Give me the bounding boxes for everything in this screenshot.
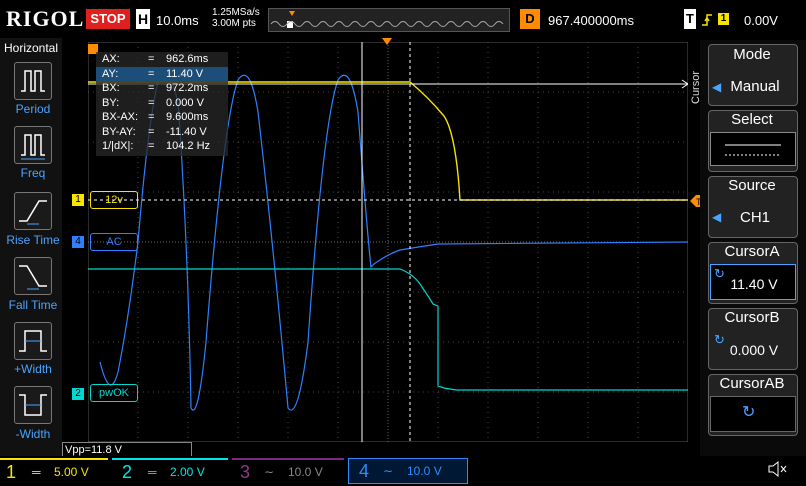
- ch1-offset-marker[interactable]: 1: [72, 194, 84, 206]
- ch1-scale: 5.00 V: [54, 465, 89, 479]
- freq-icon[interactable]: [14, 126, 52, 164]
- cursor-b-value: 0.000 V: [729, 342, 779, 358]
- waveform-preview: [270, 21, 504, 27]
- ch2-scale: 2.00 V: [170, 465, 205, 479]
- trigger-label: T: [684, 9, 696, 29]
- readout-value: -11.40 V: [166, 125, 207, 138]
- fall-time-label[interactable]: Fall Time: [0, 298, 66, 312]
- cursor-ab-title: CursorAB: [719, 375, 785, 392]
- ch3-number: 3: [240, 462, 251, 482]
- brand-logo: RIGOL: [6, 6, 85, 31]
- ac-coupling-icon: ∼: [264, 465, 275, 479]
- ch1-status[interactable]: 1 ═ 5.00 V: [0, 458, 108, 484]
- readout-row-by: BY: = 0.000 V: [102, 96, 204, 109]
- trigger-time-marker-icon: [382, 38, 392, 45]
- trigger-level[interactable]: 0.00V: [744, 13, 778, 28]
- freq-label[interactable]: Freq: [0, 166, 66, 180]
- ch2-number: 2: [122, 462, 133, 482]
- left-panel-title: Horizontal: [4, 41, 59, 55]
- readout-key: BY-AY:: [102, 125, 136, 138]
- ch4-scale: 10.0 V: [407, 464, 442, 478]
- readout-value: 962.6ms: [166, 53, 209, 65]
- readout-key: BY:: [102, 96, 120, 109]
- source-title: Source: [728, 177, 776, 194]
- trigger-position-track: [270, 11, 504, 28]
- ch2-label-tag[interactable]: pwOK: [90, 384, 138, 402]
- timebase-value[interactable]: 10.0ms: [156, 13, 199, 28]
- delay-value[interactable]: 967.400000ms: [548, 13, 678, 28]
- pos-width-icon[interactable]: [14, 322, 52, 360]
- ch1-number: 1: [6, 462, 17, 482]
- delay-label: D: [520, 9, 540, 29]
- ch4-number: 4: [359, 461, 370, 481]
- readout-row-inv-dx: 1/|dX|: = 104.2 Hz: [102, 140, 211, 152]
- readout-key: BX-AX:: [102, 111, 139, 123]
- neg-width-label[interactable]: -Width: [0, 427, 66, 441]
- readout-value: 104.2 Hz: [166, 140, 211, 152]
- readout-key: AX:: [102, 53, 120, 65]
- readout-value: 972.2ms: [166, 82, 209, 94]
- dc-coupling-icon: ═: [32, 465, 41, 479]
- pos-width-label[interactable]: +Width: [0, 362, 66, 376]
- memory-depth: 3.00M pts: [212, 18, 256, 29]
- cursor-a-value: 11.40 V: [730, 276, 778, 292]
- readout-row-by-ay: BY-AY: = -11.40 V: [102, 125, 207, 138]
- rotate-knob-icon: ↻: [742, 404, 756, 421]
- neg-width-icon[interactable]: [14, 386, 52, 424]
- sample-rate: 1.25MSa/s: [212, 7, 260, 18]
- rise-time-label[interactable]: Rise Time: [0, 233, 66, 247]
- ch2-offset-marker[interactable]: 2: [72, 388, 84, 400]
- cursor-menu-side-label: Cursor: [690, 70, 702, 104]
- readout-row-ay: AY: = 11.40 V: [96, 66, 228, 81]
- period-icon[interactable]: [14, 62, 52, 100]
- ch3-status[interactable]: 3 ∼ 10.0 V: [232, 458, 344, 484]
- ch4-status[interactable]: 4 ∼ 10.0 V: [348, 458, 468, 484]
- ch3-scale: 10.0 V: [288, 465, 323, 479]
- readout-key: AY:: [102, 67, 119, 80]
- trigger-position-bar: [268, 8, 510, 32]
- ac-coupling-icon: ∼: [383, 464, 394, 478]
- mode-title: Mode: [733, 46, 771, 63]
- mode-arrow-icon: ◀: [712, 80, 722, 94]
- readout-key: BX:: [102, 82, 120, 94]
- ch2-status[interactable]: 2 ═ 2.00 V: [112, 458, 228, 484]
- ch4-label-tag[interactable]: AC: [90, 233, 138, 251]
- ch1-label-tag[interactable]: 12v: [90, 191, 138, 209]
- sample-rate-info: 1.25MSa/s 3.00M pts: [212, 7, 260, 29]
- readout-key: 1/|dX|:: [102, 140, 134, 152]
- select-title: Select: [731, 111, 773, 128]
- dc-coupling-icon: ═: [148, 465, 157, 479]
- run-stop-button[interactable]: STOP: [86, 9, 130, 29]
- select-cursor-icon: [710, 132, 796, 166]
- readout-row-ax: AX: = 962.6ms: [102, 53, 209, 65]
- source-arrow-icon: ◀: [712, 210, 722, 224]
- readout-value: 0.000 V: [166, 96, 204, 109]
- readout-value: 9.600ms: [166, 111, 209, 123]
- trigger-position-marker-icon: [289, 11, 295, 16]
- readout-row-bx: BX: = 972.2ms: [102, 82, 209, 94]
- horizontal-label: H: [136, 9, 150, 29]
- rising-edge-icon: [702, 14, 712, 26]
- trigger-source-badge: 1: [718, 13, 729, 25]
- cursor-b-title: CursorB: [724, 309, 780, 326]
- speaker-mute-icon[interactable]: [766, 458, 788, 480]
- rise-time-icon[interactable]: [14, 192, 52, 230]
- readout-value: 11.40 V: [166, 67, 204, 80]
- ch4-offset-marker[interactable]: 4: [72, 236, 84, 248]
- mode-value: Manual: [730, 78, 780, 95]
- readout-row-bx-ax: BX-AX: = 9.600ms: [102, 111, 209, 123]
- fall-time-icon[interactable]: [14, 257, 52, 295]
- period-label[interactable]: Period: [0, 102, 66, 116]
- cursor-a-title: CursorA: [724, 243, 780, 260]
- source-value: CH1: [739, 209, 770, 226]
- cursor-readout: AX: = 962.6ms AY: = 11.40 V BX: = 972.2ms BY: =…: [96, 52, 228, 156]
